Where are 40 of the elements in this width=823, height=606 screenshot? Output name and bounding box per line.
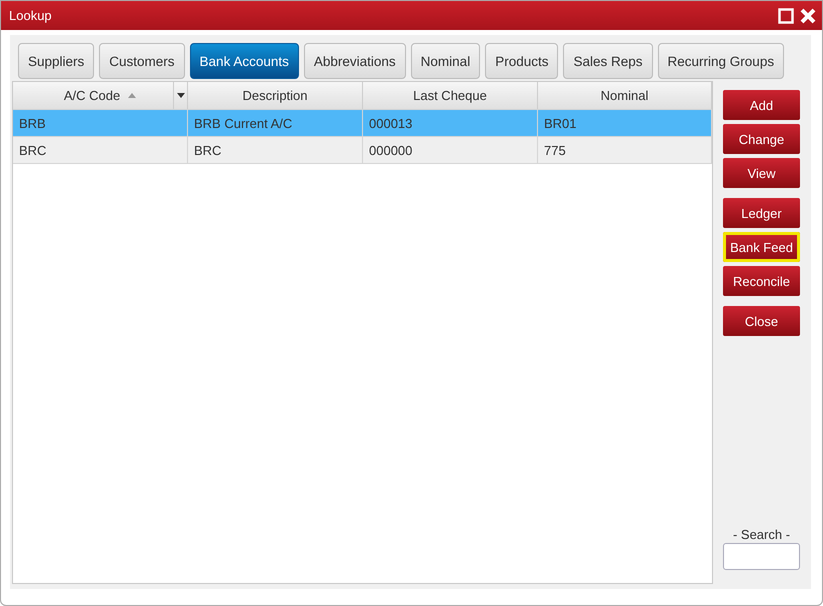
column-label: A/C Code xyxy=(64,88,120,103)
column-header[interactable]: Nominal xyxy=(538,82,712,109)
table-row[interactable]: BRB BRB Current A/C 000013 BR01 xyxy=(13,110,712,137)
action-button[interactable]: Ledger xyxy=(723,198,800,228)
column-header[interactable]: A/C Code xyxy=(13,82,188,109)
table-cell: 000000 xyxy=(363,137,538,163)
table-cell: BRC xyxy=(188,137,363,163)
tab[interactable]: Sales Reps xyxy=(563,43,653,79)
action-button[interactable]: Bank Feed xyxy=(723,232,800,262)
tab[interactable]: Recurring Groups xyxy=(658,43,784,79)
table-cell: BRC xyxy=(13,137,188,163)
table-cell: 000013 xyxy=(363,110,538,136)
tab[interactable]: Bank Accounts xyxy=(190,43,299,79)
column-label: Nominal xyxy=(600,88,648,103)
table-cell: BRB Current A/C xyxy=(188,110,363,136)
close-icon[interactable] xyxy=(800,8,816,24)
dropdown-icon xyxy=(176,93,184,98)
window-title: Lookup xyxy=(9,8,52,23)
table-cell: BRB xyxy=(13,110,188,136)
column-header[interactable]: Last Cheque xyxy=(363,82,538,109)
tab[interactable]: Suppliers xyxy=(18,43,94,79)
tab[interactable]: Abbreviations xyxy=(304,43,406,79)
action-button[interactable]: Add xyxy=(723,90,800,120)
action-button[interactable]: Close xyxy=(723,306,800,336)
column-header[interactable]: Description xyxy=(188,82,363,109)
maximize-icon[interactable] xyxy=(778,8,794,24)
action-button[interactable]: Reconcile xyxy=(723,266,800,296)
table-row[interactable]: BRC BRC 000000 775 xyxy=(13,137,712,164)
search-field[interactable] xyxy=(723,543,800,570)
tab[interactable]: Products xyxy=(485,43,558,79)
action-button[interactable]: View xyxy=(723,158,800,188)
column-label: Last Cheque xyxy=(413,88,487,103)
column-label: Description xyxy=(242,88,308,103)
action-button[interactable]: Change xyxy=(723,124,800,154)
search-label: - Search - xyxy=(732,527,792,542)
table-cell: BR01 xyxy=(538,110,712,136)
table-cell: 775 xyxy=(538,137,712,163)
tab[interactable]: Nominal xyxy=(410,43,480,79)
column-menu-button[interactable] xyxy=(173,82,187,109)
tab[interactable]: Customers xyxy=(99,43,185,79)
